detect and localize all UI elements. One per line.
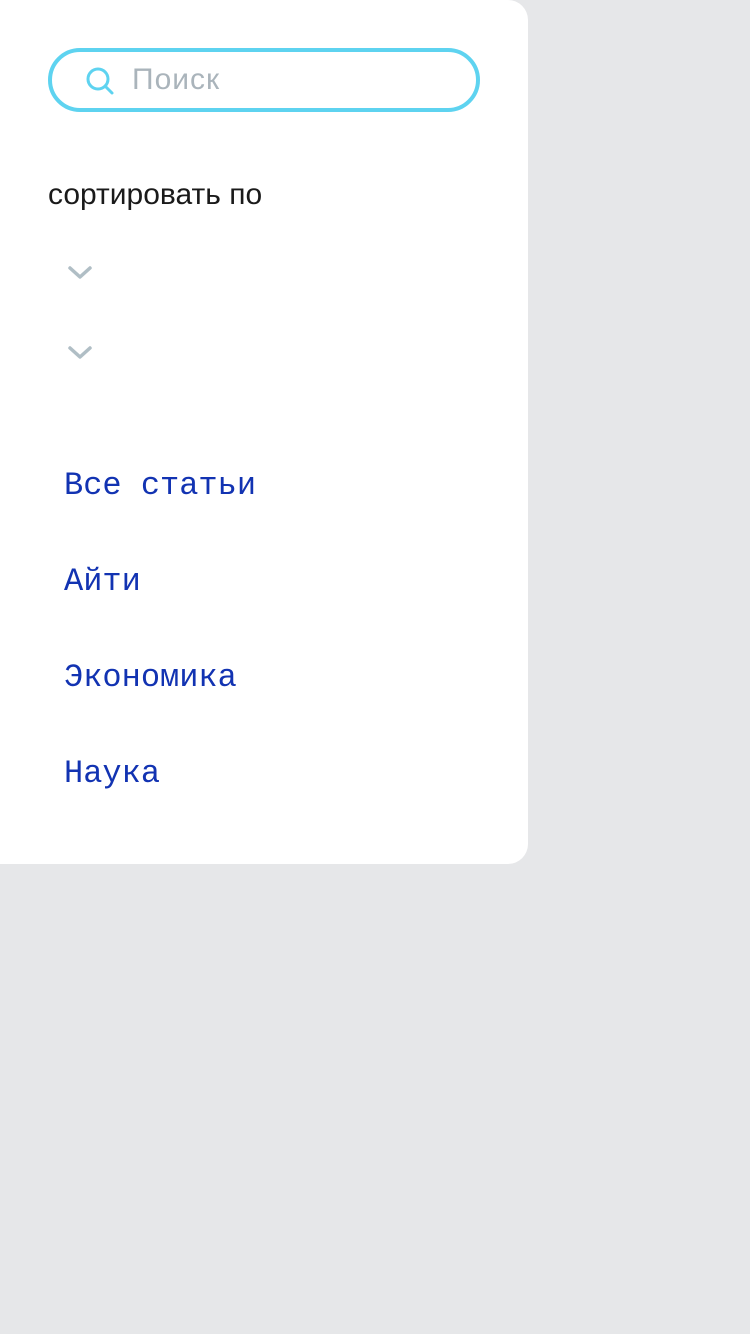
list-item: Айти bbox=[64, 556, 256, 652]
search-box[interactable] bbox=[48, 48, 480, 112]
search-input[interactable] bbox=[132, 58, 452, 102]
sort-label: сортировать по bbox=[48, 178, 263, 211]
filter-panel: сортировать по Все статьи Айти Экономика… bbox=[0, 0, 528, 864]
category-link-science[interactable]: Наука bbox=[64, 748, 160, 800]
list-item: Наука bbox=[64, 748, 256, 844]
category-link-economics[interactable]: Экономика bbox=[64, 652, 237, 704]
chevron-down-icon bbox=[68, 266, 92, 279]
list-item: Экономика bbox=[64, 652, 256, 748]
category-list: Все статьи Айти Экономика Наука bbox=[64, 460, 256, 844]
search-icon bbox=[86, 67, 114, 95]
category-link-it[interactable]: Айти bbox=[64, 556, 141, 608]
chevron-down-icon bbox=[68, 346, 92, 359]
sort-select-2[interactable] bbox=[48, 322, 480, 382]
sort-select-1[interactable] bbox=[48, 242, 480, 302]
list-item: Все статьи bbox=[64, 460, 256, 556]
category-link-all[interactable]: Все статьи bbox=[64, 460, 256, 512]
